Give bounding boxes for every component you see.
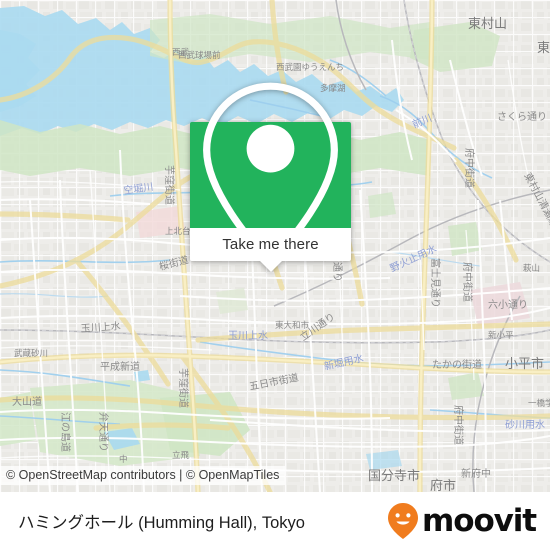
- take-me-there-label: Take me there: [222, 236, 319, 253]
- map-label: 府中街道: [452, 405, 465, 445]
- map-pin-icon: [203, 82, 338, 270]
- map-label: 芋窪街道: [177, 368, 190, 408]
- map-canvas[interactable]: 西武球場前 西武園ゆうえんち 多摩湖東前川 府中街道 さくら通り 東村山清瀬線 空堀川 芋窪街…: [0, 0, 550, 492]
- map-label: 東村山: [468, 16, 507, 32]
- moovit-map-screen: 西武球場前 西武園ゆうえんち 多摩湖東前川 府中街道 さくら通り 東村山清瀬線 空堀川 芋窪街…: [0, 0, 550, 550]
- map-label: 上北台: [165, 226, 191, 237]
- callout-pin-panel: [190, 82, 351, 270]
- map-label: 江の島道: [59, 412, 72, 452]
- map-label: 新小平: [488, 330, 514, 341]
- map-label: 府中街道: [461, 262, 474, 302]
- place-callout[interactable]: Take me there: [190, 82, 351, 272]
- moovit-pin-smiley-icon: [388, 503, 419, 539]
- map-label: 大山道: [12, 395, 42, 408]
- map-label: 六小通り: [488, 299, 528, 311]
- bottom-bar: ハミングホール (Humming Hall), Tokyo moovit: [0, 492, 550, 550]
- place-title: ハミングホール (Humming Hall), Tokyo: [18, 514, 305, 532]
- moovit-logo[interactable]: moovit: [387, 502, 537, 540]
- map-label: 萩山: [523, 263, 540, 274]
- map-label: たかの街道: [432, 358, 482, 371]
- map-label: 立飛: [172, 450, 190, 461]
- map-label: 府中街道: [463, 148, 476, 188]
- map-label: 国分寺市: [368, 468, 420, 484]
- map-attribution[interactable]: © OpenStreetMap contributors | © OpenMap…: [0, 466, 286, 485]
- map-label: 平成新道: [100, 360, 140, 373]
- callout-tail: [259, 261, 282, 272]
- map-label: 府市: [430, 478, 456, 492]
- map-label: 小平市: [505, 356, 544, 372]
- map-label: 西武: [172, 47, 190, 58]
- map-label: 一橋学: [528, 398, 550, 409]
- map-label: さくら通り: [497, 111, 547, 123]
- map-label: 東: [537, 40, 550, 56]
- moovit-wordmark: moovit: [422, 502, 537, 539]
- map-label: 芋窪街道: [163, 165, 176, 205]
- take-me-there-button[interactable]: Take me there: [190, 228, 351, 272]
- map-label: 中: [119, 454, 128, 465]
- map-label: 新府中: [461, 467, 491, 480]
- map-label: 弁天通り: [97, 412, 110, 452]
- map-label: 砂川用水: [505, 418, 545, 431]
- map-label: 富士見通り: [429, 258, 442, 308]
- map-label: 武蔵砂川: [14, 348, 48, 359]
